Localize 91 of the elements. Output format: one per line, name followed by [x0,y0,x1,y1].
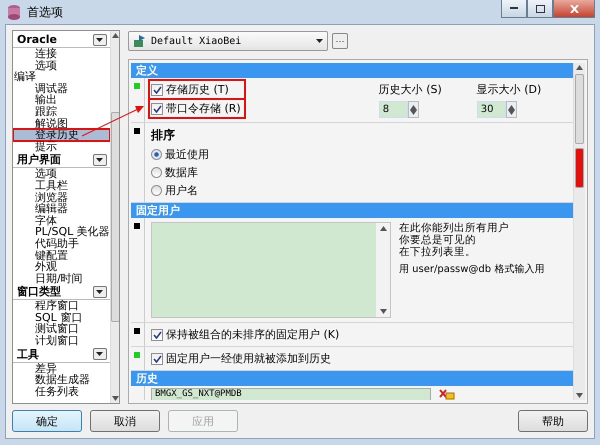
dropdown-arrow-icon[interactable] [316,39,323,43]
dialog-button[interactable]: 帮助 [518,410,588,432]
scroll-up-icon[interactable] [576,65,583,70]
tree-item[interactable]: 日期/时间 [13,272,110,284]
spinner-label: 显示大小 (D) [476,82,542,97]
radio-option[interactable]: 最近使用 [151,147,211,162]
caret-icon [96,158,104,162]
tree-item[interactable]: 解说图 [13,118,110,130]
maximize-button[interactable] [527,0,553,18]
dropdown-button[interactable] [92,286,107,298]
checkmark-icon [152,104,162,112]
checkbox-option[interactable]: 固定用户一经使用就被添加到历史 [151,351,333,366]
spin-down-icon[interactable] [508,110,515,114]
dialog-button[interactable]: 确定 [12,410,82,432]
minimize-icon [510,7,518,10]
delete-icon[interactable] [439,389,455,400]
section-header: 定义 [131,63,573,78]
profile-dropdown[interactable]: Default XiaoBei [128,31,328,51]
checkmark-icon [152,330,162,338]
scroll-thumb[interactable] [575,74,584,144]
tree-item[interactable]: 连接 [13,48,110,60]
tree-item[interactable]: 调试器 [13,82,110,94]
scroll-up-icon[interactable] [380,226,386,231]
section-header: 固定用户 [131,203,573,218]
spin-down-icon[interactable] [410,110,417,114]
tree-item[interactable]: 任务列表 [13,386,110,398]
user-list-field[interactable] [151,222,391,318]
app-icon [7,4,21,20]
close-icon [570,4,578,12]
checkmark-icon [152,86,162,94]
tree-item[interactable]: 代码助手 [13,238,110,250]
tree-item[interactable]: PL/SQL 美化器 [13,226,110,238]
tree-item[interactable]: 差异 [13,362,110,374]
group-header[interactable]: 用户界面 [13,152,110,168]
tree-item[interactable]: 选项 [13,60,110,72]
tree-item[interactable]: 编译 [13,71,110,83]
caret-icon [96,352,104,356]
caret-icon [96,290,104,294]
spinner-label: 历史大小 (S) [378,82,443,97]
radio-option[interactable]: 用户名 [151,183,211,198]
scroll-thumb[interactable] [110,112,119,322]
scroll-down-icon[interactable] [112,396,119,401]
section-header: 历史 [131,371,573,386]
tree-item[interactable]: 外观 [13,261,110,273]
group-title: 排序 [151,127,176,144]
scrollbar[interactable] [573,63,585,400]
tree-item[interactable]: 数据生成器 [13,374,110,386]
tree-item[interactable]: 选项 [13,168,110,180]
scroll-down-icon[interactable] [380,309,386,314]
tree-item[interactable]: 浏览器 [13,192,110,204]
close-button[interactable] [553,0,595,18]
scroll-marker [575,148,584,188]
scrollbar[interactable] [110,31,119,403]
checkbox-option[interactable]: 保持被组合的未排序的固定用户 (K) [151,327,342,342]
tree-item[interactable]: 测试窗口 [13,323,110,336]
maximize-icon [536,4,544,12]
checkmark-icon [152,354,162,362]
history-entry[interactable]: BMGX_GS_NXT@PMDB [151,388,431,400]
help-text: 在下拉列表里。 [399,246,477,258]
tree-item[interactable]: 计划窗口 [13,335,110,347]
dialog-button[interactable]: 取消 [90,410,160,432]
tree-item[interactable]: 输出 [13,94,110,106]
group-header[interactable]: 窗口类型 [13,284,110,300]
tree-item[interactable]: 跟踪 [13,106,110,118]
tree-item[interactable]: 键配置 [13,250,110,262]
spin-up-icon[interactable] [508,104,515,110]
more-button[interactable]: ··· [332,33,348,49]
scroll-up-icon[interactable] [112,33,119,38]
spin-up-icon[interactable] [410,104,417,110]
help-text: 用 user/passw@db 格式输入用 [399,264,544,276]
group-header[interactable]: Oracle [13,32,110,48]
tree-item[interactable]: 字体 [13,214,110,226]
minimize-button[interactable] [501,0,527,18]
dropdown-button[interactable] [92,34,107,46]
radio-option[interactable]: 数据库 [151,165,211,180]
caret-icon [96,38,104,42]
tree-item[interactable]: 提示 [13,140,110,152]
group-header[interactable]: 工具 [13,346,110,363]
help-text: 你要总是可见的 [399,234,477,246]
help-text: 在此你能列出所有用户 [399,222,510,234]
scroll-down-icon[interactable] [576,393,583,398]
tree-item[interactable]: SQL 窗口 [13,312,110,324]
window-title: 首选项 [27,4,63,20]
dropdown-button[interactable] [92,154,107,166]
tree-item[interactable]: 工具栏 [13,180,110,192]
checkbox-option[interactable]: 带口令存储 (R) [151,101,243,116]
tree-item[interactable]: 编辑器 [13,203,110,215]
profile-icon [133,34,147,48]
dropdown-button[interactable] [92,348,107,360]
tree-item[interactable]: 程序窗口 [13,300,110,312]
checkbox-option[interactable]: 存储历史 (T) [151,82,243,97]
